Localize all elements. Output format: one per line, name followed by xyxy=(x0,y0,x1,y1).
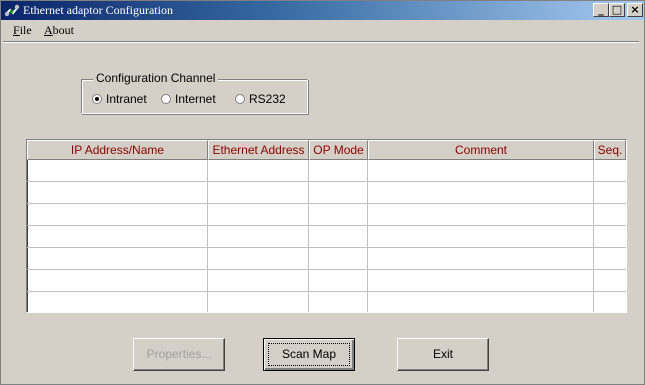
minimize-button[interactable]: _ xyxy=(593,3,609,17)
radio-rs232-label: RS232 xyxy=(249,92,286,106)
radio-intranet-label: Intranet xyxy=(106,92,147,106)
radio-internet[interactable]: Internet xyxy=(161,92,216,106)
radio-internet-indicator[interactable] xyxy=(161,93,171,104)
table-row-divider xyxy=(27,181,626,182)
scan-map-button-label: Scan Map xyxy=(281,347,337,361)
menu-bar: File About xyxy=(1,21,644,39)
radio-internet-label: Internet xyxy=(175,92,216,106)
config-channel-legend: Configuration Channel xyxy=(93,71,219,85)
menu-file-label: ile xyxy=(19,23,32,37)
column-header-op-mode[interactable]: OP Mode xyxy=(309,140,368,160)
menu-about-label: bout xyxy=(52,23,75,37)
menu-separator xyxy=(3,41,639,43)
radio-intranet-indicator[interactable] xyxy=(92,93,102,104)
close-button[interactable]: × xyxy=(627,3,643,17)
window-title: Ethernet adaptor Configuration xyxy=(23,3,173,17)
app-window: Ethernet adaptor Configuration _ □ × Fil… xyxy=(0,0,645,385)
scan-map-button[interactable]: Scan Map xyxy=(263,338,355,371)
table-row-divider xyxy=(27,203,626,204)
menu-about[interactable]: About xyxy=(44,23,74,37)
radio-rs232[interactable]: RS232 xyxy=(235,92,286,106)
table-row-divider xyxy=(27,291,626,292)
table-row-divider xyxy=(27,225,626,226)
exit-button[interactable]: Exit xyxy=(397,338,489,371)
menu-file-mnemonic: F xyxy=(13,23,20,37)
table-row-divider xyxy=(27,247,626,248)
device-list-table[interactable] xyxy=(26,139,627,313)
network-app-icon xyxy=(4,4,20,17)
title-bar[interactable]: Ethernet adaptor Configuration _ □ × xyxy=(1,1,644,20)
menu-about-mnemonic: A xyxy=(44,23,53,37)
column-header-ethernet-address[interactable]: Ethernet Address xyxy=(208,140,309,160)
column-divider xyxy=(593,160,594,312)
column-header-comment[interactable]: Comment xyxy=(368,140,594,160)
column-divider xyxy=(207,160,208,312)
table-row-divider xyxy=(27,269,626,270)
properties-button[interactable]: Properties... xyxy=(133,338,225,371)
column-divider xyxy=(367,160,368,312)
radio-rs232-indicator[interactable] xyxy=(235,93,245,104)
column-divider xyxy=(308,160,309,312)
column-header-ip-address[interactable]: IP Address/Name xyxy=(27,140,208,160)
radio-intranet[interactable]: Intranet xyxy=(92,92,147,106)
column-header-seq[interactable]: Seq. xyxy=(594,140,626,160)
maximize-button[interactable]: □ xyxy=(609,3,625,17)
menu-file[interactable]: File xyxy=(13,23,32,37)
